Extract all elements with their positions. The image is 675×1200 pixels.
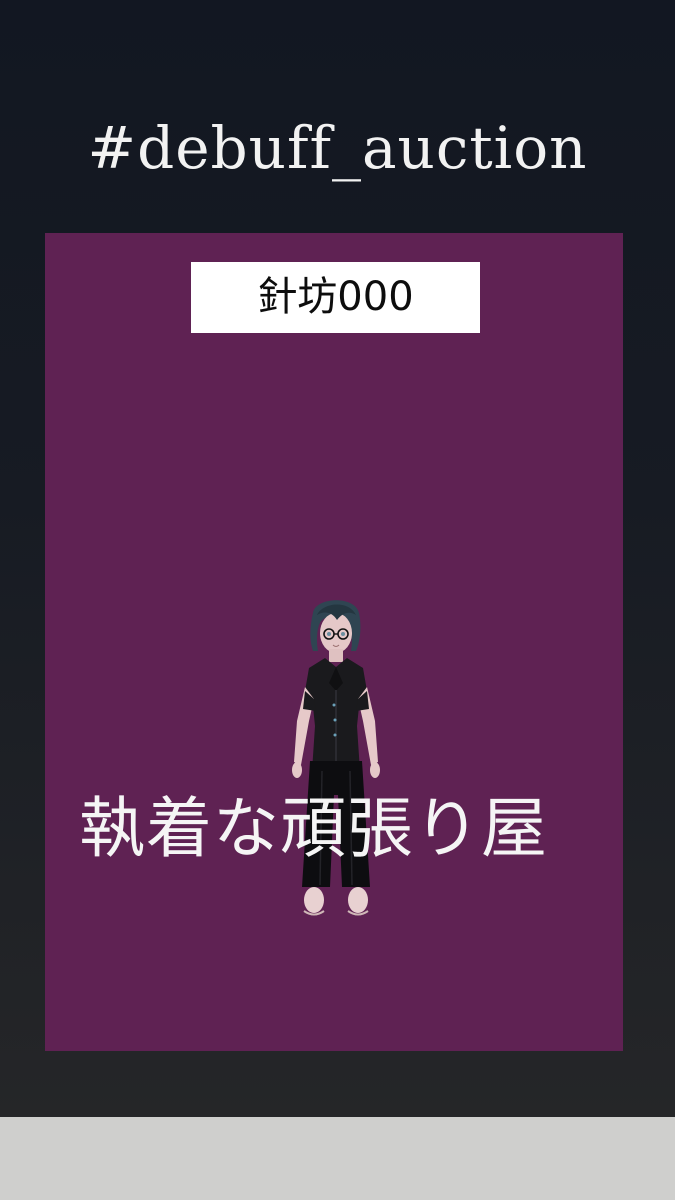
stage: #debuff_auction 針坊000 執着な頑張り屋 xyxy=(0,0,675,1117)
name-plate: 針坊000 xyxy=(191,262,480,333)
hashtag-title: #debuff_auction xyxy=(87,114,588,182)
tagline: 執着な頑張り屋 xyxy=(79,790,548,867)
profile-card: 針坊000 執着な頑張り屋 xyxy=(45,233,623,1051)
footer-bar xyxy=(0,1117,675,1200)
